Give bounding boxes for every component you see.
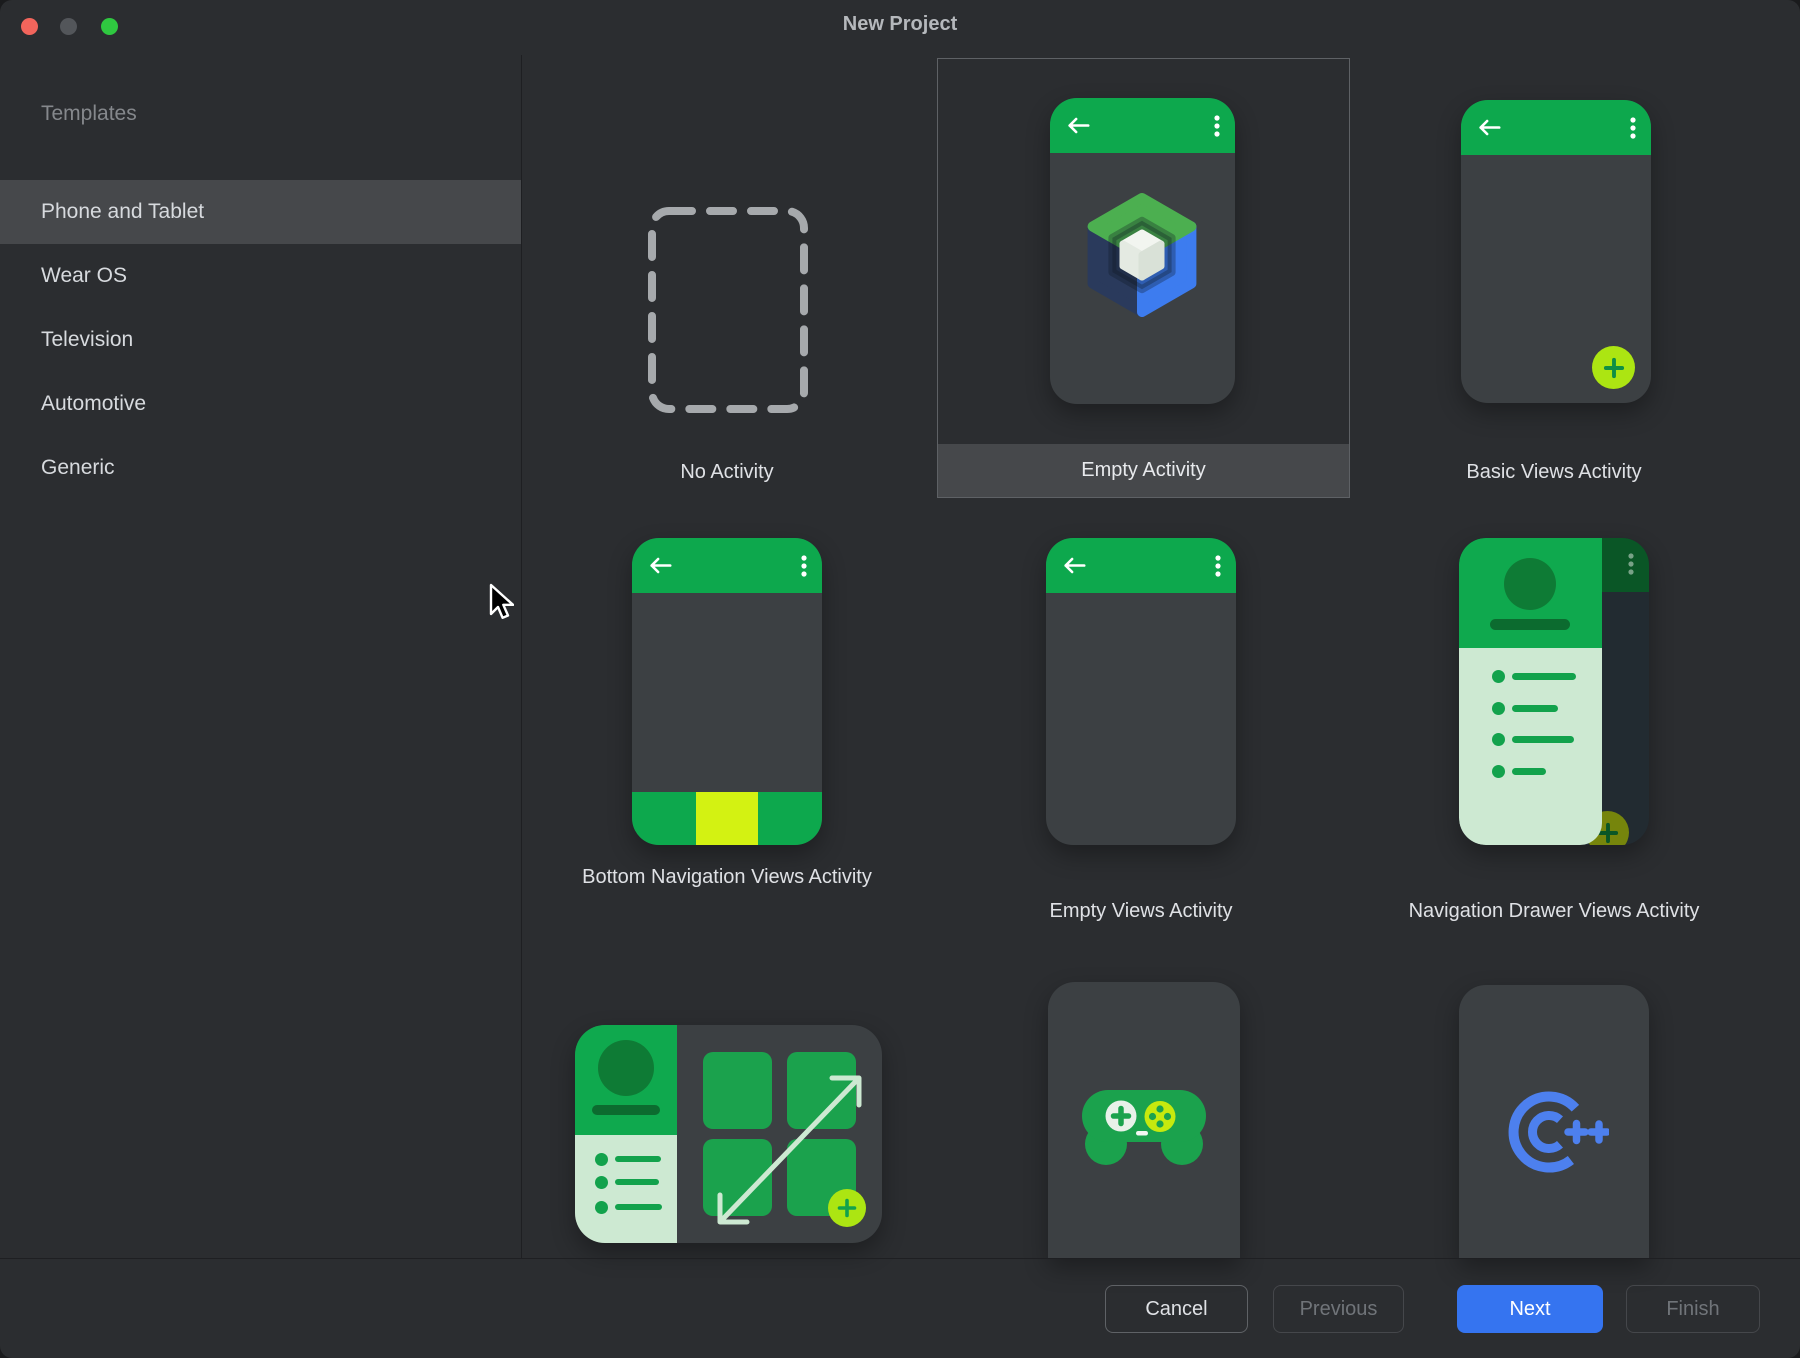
kebab-menu-icon: [801, 555, 807, 577]
avatar-name-placeholder: [1490, 619, 1570, 630]
sidebar-divider: [521, 55, 522, 1258]
phone-app-bar: [1050, 98, 1235, 153]
new-project-dialog: New Project Templates Phone and Tablet W…: [0, 0, 1800, 1358]
template-thumbnail-bottom-navigation-views-activity[interactable]: [632, 538, 822, 845]
phone-app-bar: [1046, 538, 1236, 593]
back-arrow-icon: [1065, 116, 1091, 135]
mouse-cursor: [488, 583, 514, 621]
sidebar-item-generic[interactable]: Generic: [0, 436, 521, 500]
sidebar-item-label: Television: [41, 328, 133, 352]
phone-app-bar: [632, 538, 822, 593]
sidebar-item-label: Automotive: [41, 392, 146, 416]
sidebar-item-phone-and-tablet[interactable]: Phone and Tablet: [0, 180, 521, 244]
gamepad-icon: [1082, 1090, 1206, 1166]
drawer-header: [1459, 538, 1602, 648]
drawer-menu-list: [1459, 648, 1602, 845]
template-thumbnail-responsive-views-activity[interactable]: [575, 1025, 882, 1243]
template-thumbnail-native-cpp[interactable]: [1459, 985, 1649, 1258]
template-thumbnail-empty-activity[interactable]: [1050, 98, 1235, 404]
kebab-menu-icon: [1630, 117, 1636, 139]
kebab-menu-icon: [1215, 555, 1221, 577]
bottom-nav-bar: [632, 792, 822, 845]
template-thumbnail-game-activity[interactable]: [1048, 982, 1240, 1258]
template-thumbnail-empty-views-activity[interactable]: [1046, 538, 1236, 845]
next-button[interactable]: Next: [1457, 1285, 1603, 1333]
back-arrow-icon: [1061, 556, 1087, 575]
sidebar-header: Templates: [41, 102, 137, 126]
previous-button[interactable]: Previous: [1273, 1285, 1404, 1333]
template-label-no-activity[interactable]: No Activity: [577, 455, 877, 489]
sidebar-item-television[interactable]: Television: [0, 308, 521, 372]
back-arrow-icon: [647, 556, 673, 575]
bottom-nav-selected-segment: [696, 792, 758, 845]
template-label-basic-views-activity[interactable]: Basic Views Activity: [1404, 455, 1704, 489]
window-title: New Project: [0, 13, 1800, 36]
phone-app-bar: [1461, 100, 1651, 155]
template-label-navigation-drawer-views-activity[interactable]: Navigation Drawer Views Activity: [1347, 894, 1761, 928]
sidebar-item-wear-os[interactable]: Wear OS: [0, 244, 521, 308]
footer-divider: [0, 1258, 1800, 1259]
sidebar-item-label: Phone and Tablet: [41, 200, 204, 224]
cpp-icon: [1499, 1087, 1609, 1177]
fab-plus-icon: [828, 1189, 866, 1227]
templates-sidebar: Templates Phone and Tablet Wear OS Telev…: [0, 55, 521, 1358]
kebab-menu-icon: [1214, 115, 1220, 137]
dashed-placeholder-icon[interactable]: [647, 206, 809, 414]
sidebar-item-list: Phone and Tablet Wear OS Television Auto…: [0, 180, 521, 500]
nav-drawer-panel: [1459, 538, 1602, 845]
sidebar-item-label: Generic: [41, 456, 115, 480]
jetpack-compose-logo-icon: [1084, 191, 1200, 319]
finish-button[interactable]: Finish: [1626, 1285, 1760, 1333]
avatar-icon: [1504, 558, 1556, 610]
sidebar-item-label: Wear OS: [41, 264, 127, 288]
template-thumbnail-navigation-drawer-views-activity[interactable]: [1459, 538, 1649, 845]
kebab-menu-icon: [1628, 553, 1634, 575]
titlebar: New Project: [0, 0, 1800, 55]
fab-plus-icon: [1592, 346, 1635, 389]
sidebar-item-automotive[interactable]: Automotive: [0, 372, 521, 436]
template-label-empty-activity: Empty Activity: [938, 444, 1349, 497]
template-label-empty-views-activity[interactable]: Empty Views Activity: [991, 894, 1291, 928]
cancel-button[interactable]: Cancel: [1105, 1285, 1248, 1333]
template-thumbnail-basic-views-activity[interactable]: [1461, 100, 1651, 403]
back-arrow-icon: [1476, 118, 1502, 137]
template-label-bottom-navigation-views-activity[interactable]: Bottom Navigation Views Activity: [577, 860, 877, 894]
